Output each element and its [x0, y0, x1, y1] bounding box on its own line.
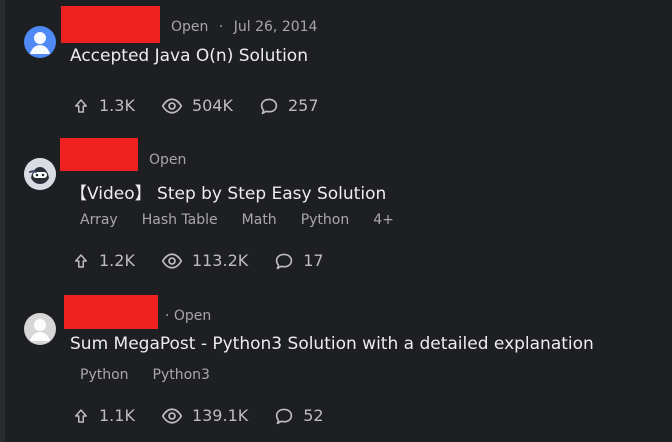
views-count: 113.2K [191, 251, 249, 270]
post-status: · Open [165, 308, 212, 324]
tag-1[interactable]: Python3 [153, 366, 210, 384]
upvote-stat[interactable]: 1.3K [72, 96, 135, 116]
post-stats: 1.2K 113.2K 17 [72, 251, 350, 271]
comments-count: 52 [303, 406, 324, 425]
views-count: 504K [191, 96, 233, 115]
arrow-up-icon [75, 254, 87, 268]
comments-stat[interactable]: 257 [259, 96, 319, 116]
post-meta: Open · Jul 26, 2014 [171, 19, 317, 35]
post-date: Jul 26, 2014 [233, 19, 318, 35]
comments-stat[interactable]: 17 [274, 251, 324, 271]
tag-0[interactable]: Array [80, 211, 118, 229]
comments-count: 17 [303, 251, 324, 270]
redacted-username [61, 6, 160, 43]
comment-icon [276, 408, 293, 425]
upvote-count: 1.3K [99, 96, 135, 115]
views-count: 139.1K [191, 406, 249, 425]
comment-icon [260, 98, 278, 115]
post-status: Open [171, 19, 209, 35]
views-stat: 139.1K [161, 406, 248, 426]
arrow-up-icon [75, 409, 87, 423]
user-icon [30, 319, 50, 341]
redacted-username [64, 295, 158, 329]
tag-1[interactable]: Hash Table [142, 211, 218, 229]
upvote-stat[interactable]: 1.1K [72, 406, 135, 426]
avatar[interactable] [24, 158, 56, 190]
eye-icon [161, 408, 183, 424]
post-meta: · Open [165, 308, 211, 324]
avatar[interactable] [24, 313, 56, 345]
post-status: Open [149, 152, 187, 168]
discussion-list: Open · Jul 26, 2014 Accepted Java O(n) S… [0, 0, 672, 442]
post-item-2[interactable]: · Open Sum MegaPost - Python3 Solution w… [0, 286, 672, 436]
eye-icon [161, 253, 183, 269]
post-meta: Open [149, 152, 186, 168]
redacted-username [60, 138, 138, 171]
comment-icon [276, 253, 293, 270]
more-tags[interactable]: 4+ [373, 211, 394, 229]
user-icon [30, 32, 50, 54]
tag-0[interactable]: Python [80, 366, 129, 384]
post-title[interactable]: Accepted Java O(n) Solution [70, 46, 308, 66]
post-item-1[interactable]: Open 【Video】 Step by Step Easy Solution … [0, 131, 672, 281]
ninja-avatar-icon [24, 158, 56, 190]
upvote-stat[interactable]: 1.2K [72, 251, 135, 271]
eye-icon [161, 98, 183, 114]
tag-3[interactable]: Python [301, 211, 350, 229]
post-title[interactable]: 【Video】 Step by Step Easy Solution [70, 179, 386, 204]
post-tags: Python Python3 [80, 366, 210, 384]
views-stat: 113.2K [161, 251, 248, 271]
meta-separator: · [218, 19, 224, 35]
views-stat: 504K [161, 96, 233, 116]
comments-stat[interactable]: 52 [274, 406, 324, 426]
post-item-0[interactable]: Open · Jul 26, 2014 Accepted Java O(n) S… [0, 0, 672, 150]
upvote-count: 1.2K [99, 251, 135, 270]
post-title[interactable]: Sum MegaPost - Python3 Solution with a d… [70, 334, 594, 354]
avatar[interactable] [24, 26, 56, 58]
upvote-count: 1.1K [99, 406, 135, 425]
arrow-up-icon [75, 99, 87, 113]
post-stats: 1.3K 504K 257 [72, 96, 345, 116]
post-stats: 1.1K 139.1K 52 [72, 406, 350, 426]
comments-count: 257 [287, 96, 319, 115]
tag-2[interactable]: Math [242, 211, 277, 229]
post-tags: Array Hash Table Math Python 4+ [80, 211, 394, 229]
